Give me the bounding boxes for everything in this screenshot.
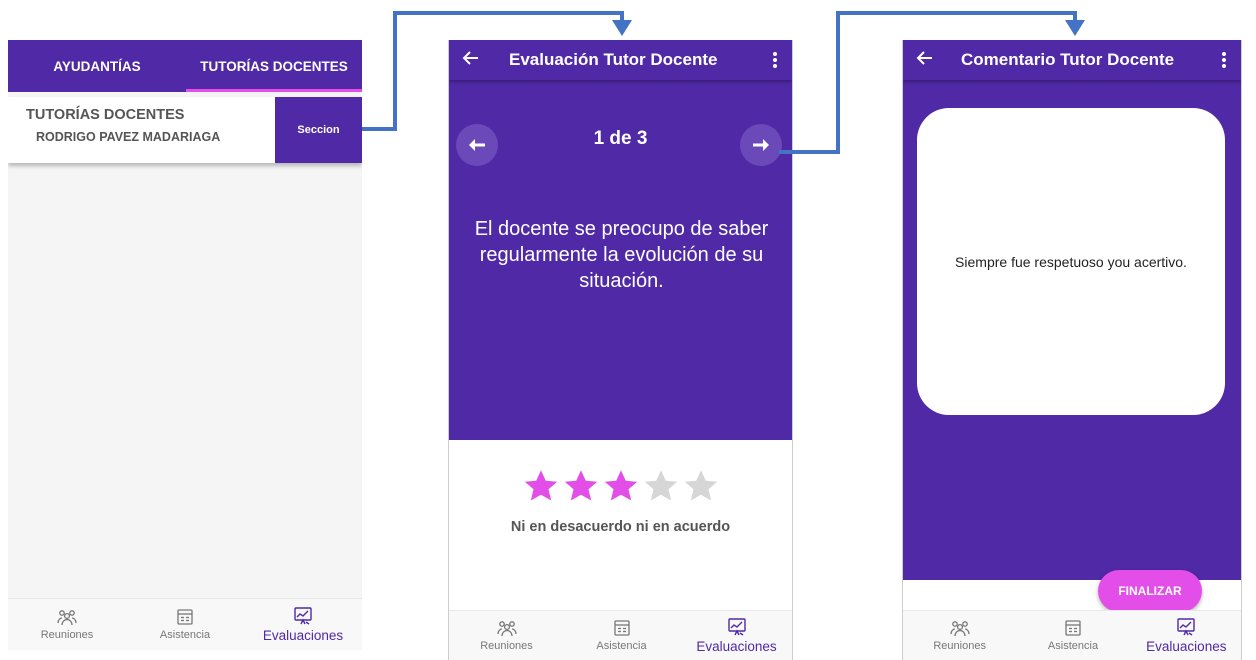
tutor-name: RODRIGO PAVEZ MADARIAGA xyxy=(36,130,221,144)
comment-text: Siempre fue respetuoso you acertivo. xyxy=(955,253,1187,270)
nav-reuniones[interactable]: Reuniones xyxy=(8,599,126,650)
star-rating[interactable] xyxy=(449,468,792,504)
star-icon[interactable] xyxy=(682,468,720,504)
finalizar-button[interactable]: FINALIZAR xyxy=(1098,570,1202,612)
active-tab-indicator xyxy=(186,89,362,92)
evaluation-icon xyxy=(294,606,312,625)
bottom-navigation: Reuniones Asistencia Evaluaciones xyxy=(8,598,362,650)
star-icon[interactable] xyxy=(642,468,680,504)
card-title: TUTORÍAS DOCENTES xyxy=(26,107,185,123)
nav-label-asistencia: Asistencia xyxy=(1047,640,1099,652)
nav-asistencia[interactable]: Asistencia xyxy=(126,599,244,650)
tutoria-card[interactable]: TUTORÍAS DOCENTES RODRIGO PAVEZ MADARIAG… xyxy=(8,97,362,163)
tab-tutorias-docentes[interactable]: TUTORÍAS DOCENTES xyxy=(186,40,362,92)
evaluation-icon xyxy=(727,617,746,636)
star-icon[interactable] xyxy=(602,468,640,504)
rating-label: Ni en desacuerdo ni en acuerdo xyxy=(510,519,731,535)
bottom-navigation: Reuniones Asistencia Evaluaciones xyxy=(903,610,1241,660)
nav-label-reuniones: Reuniones xyxy=(40,629,94,641)
nav-asistencia[interactable]: Asistencia xyxy=(1016,611,1129,660)
screen-evaluacion: Evaluación Tutor Docente 1 de 3 El docen… xyxy=(448,40,793,660)
people-group-icon xyxy=(496,621,517,637)
page-title: Evaluación Tutor Docente xyxy=(509,50,718,69)
more-options-icon[interactable] xyxy=(772,51,778,69)
nav-label-evaluaciones: Evaluaciones xyxy=(1146,638,1227,654)
nav-evaluaciones[interactable]: Evaluaciones xyxy=(679,611,792,660)
star-icon[interactable] xyxy=(562,468,600,504)
nav-asistencia[interactable]: Asistencia xyxy=(564,611,679,660)
nav-label-asistencia: Asistencia xyxy=(159,629,211,641)
nav-label-reuniones: Reuniones xyxy=(933,640,986,652)
nav-label-reuniones: Reuniones xyxy=(480,640,533,652)
people-group-icon xyxy=(57,610,77,626)
star-icon[interactable] xyxy=(522,468,560,504)
app-bar: Comentario Tutor Docente xyxy=(903,40,1241,80)
back-arrow-icon[interactable] xyxy=(915,48,935,68)
app-bar: Evaluación Tutor Docente xyxy=(449,40,792,80)
nav-evaluaciones[interactable]: Evaluaciones xyxy=(244,599,362,650)
tab-ayudantias[interactable]: AYUDANTÍAS xyxy=(8,40,186,92)
screen-tutorias-list: AYUDANTÍAS TUTORÍAS DOCENTES TUTORÍAS DO… xyxy=(8,40,362,650)
tab-bar: AYUDANTÍAS TUTORÍAS DOCENTES xyxy=(8,40,362,92)
question-text: El docente se preocupo de saber regularm… xyxy=(474,218,769,292)
nav-reuniones[interactable]: Reuniones xyxy=(449,611,564,660)
people-group-icon xyxy=(950,621,970,637)
connector-arrowhead-1 xyxy=(612,20,632,36)
page-title: Comentario Tutor Docente xyxy=(961,50,1175,69)
nav-label-evaluaciones: Evaluaciones xyxy=(262,627,344,643)
screen-comentario: Comentario Tutor Docente Siempre fue res… xyxy=(902,40,1242,660)
calendar-icon xyxy=(613,620,630,636)
calendar-icon xyxy=(1065,620,1081,636)
evaluation-icon xyxy=(1177,617,1196,636)
bottom-navigation: Reuniones Asistencia Evaluaciones xyxy=(449,610,792,660)
seccion-button[interactable]: Seccion xyxy=(275,97,362,163)
next-question-button[interactable] xyxy=(740,124,782,166)
calendar-icon xyxy=(177,609,193,625)
nav-evaluaciones[interactable]: Evaluaciones xyxy=(1130,611,1241,660)
nav-label-evaluaciones: Evaluaciones xyxy=(696,638,777,654)
back-arrow-icon[interactable] xyxy=(461,48,481,68)
nav-reuniones[interactable]: Reuniones xyxy=(903,611,1016,660)
arrow-right-icon xyxy=(753,139,769,151)
comment-text-area[interactable]: Siempre fue respetuoso you acertivo. xyxy=(917,108,1225,415)
more-options-icon[interactable] xyxy=(1221,51,1227,69)
nav-label-asistencia: Asistencia xyxy=(596,640,647,652)
connector-arrowhead-2 xyxy=(1065,20,1085,36)
